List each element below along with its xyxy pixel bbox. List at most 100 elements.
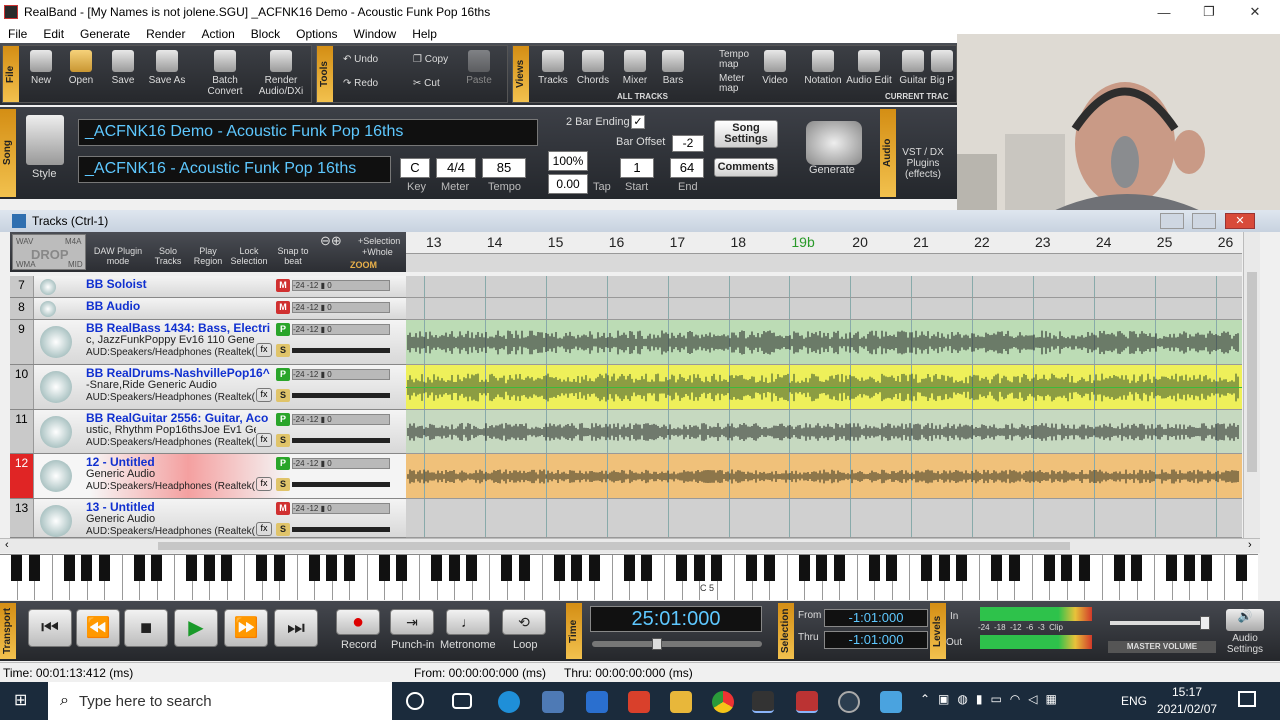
piano-black-key[interactable]: [1166, 555, 1177, 581]
tracks-view-button[interactable]: Tracks: [531, 50, 575, 86]
track-header[interactable]: 9 BB RealBass 1434: Bass, Electri c, JazzF…: [10, 320, 406, 365]
video-view-button[interactable]: Video: [753, 50, 797, 86]
play-region-button[interactable]: Play Region: [190, 246, 226, 266]
track-fx-button[interactable]: fx: [256, 388, 272, 402]
track-lane[interactable]: [406, 276, 1242, 298]
song-settings-button[interactable]: Song Settings: [714, 120, 778, 148]
bar-marker[interactable]: 18: [731, 234, 747, 250]
piano-black-key[interactable]: [693, 555, 705, 581]
piano-black-key[interactable]: [746, 555, 757, 581]
track-mode-button[interactable]: P: [276, 457, 290, 470]
tracks-minimize-button[interactable]: [1160, 213, 1184, 229]
track-mode-button[interactable]: M: [276, 502, 290, 515]
track-instrument-icon[interactable]: [40, 460, 72, 492]
store-icon[interactable]: [542, 691, 564, 713]
go-to-end-button[interactable]: ⏭: [274, 609, 318, 647]
key-field[interactable]: C: [400, 158, 430, 178]
menu-action[interactable]: Action: [193, 27, 242, 41]
save-as-button[interactable]: Save As: [145, 50, 189, 86]
master-volume-slider[interactable]: [1110, 616, 1210, 630]
redo-button[interactable]: ↷ Redo: [343, 78, 378, 89]
bar-marker[interactable]: 13: [426, 234, 442, 250]
piano-black-key[interactable]: [763, 555, 775, 581]
track-fx-button[interactable]: fx: [256, 433, 272, 447]
track-header[interactable]: 10 BB RealDrums-NashvillePop16^ -Snare,Rid…: [10, 365, 406, 410]
track-number[interactable]: 9: [10, 320, 34, 364]
track-number[interactable]: 8: [10, 298, 34, 319]
track-header[interactable]: 8 BB Audio M -24 -12 ▮ 0: [10, 298, 406, 320]
track-instrument-icon[interactable]: [40, 326, 72, 358]
tempo-field[interactable]: 85: [482, 158, 526, 178]
track-instrument-icon[interactable]: [40, 279, 56, 295]
big-piano-view-button[interactable]: Big P: [927, 50, 957, 86]
piano-black-key[interactable]: [63, 555, 75, 581]
save-button[interactable]: Save: [101, 50, 145, 86]
track-fx-button[interactable]: fx: [256, 477, 272, 491]
track-solo-button[interactable]: S: [276, 344, 290, 357]
piano-black-key[interactable]: [133, 555, 145, 581]
time-display[interactable]: 25:01:000: [590, 606, 762, 632]
piano-black-key[interactable]: [1061, 555, 1072, 581]
style-name-field[interactable]: _ACFNK16 - Acoustic Funk Pop 16ths: [78, 156, 391, 183]
cortana-icon[interactable]: [406, 692, 424, 710]
track-solo-button[interactable]: S: [276, 389, 290, 402]
bar-marker[interactable]: 22: [974, 234, 990, 250]
menu-options[interactable]: Options: [288, 27, 345, 41]
menu-file[interactable]: File: [0, 27, 35, 41]
piano-black-key[interactable]: [1008, 555, 1020, 581]
minimize-button[interactable]: —: [1141, 0, 1187, 24]
go-to-start-button[interactable]: ⏮: [28, 609, 72, 647]
paste-button[interactable]: Paste: [457, 50, 501, 86]
selection-from-field[interactable]: -1:01:000: [824, 609, 928, 627]
realband-taskbar-icon[interactable]: [796, 691, 818, 713]
horizontal-scroll-thumb[interactable]: [158, 542, 1070, 550]
bar-marker[interactable]: 19b: [791, 234, 814, 250]
render-audio-button[interactable]: Render Audio/DXi: [253, 50, 309, 97]
piano-black-key[interactable]: [1043, 555, 1055, 581]
track-fx-button[interactable]: fx: [256, 343, 272, 357]
stop-button[interactable]: ■: [124, 609, 168, 647]
piano-black-key[interactable]: [623, 555, 635, 581]
menu-help[interactable]: Help: [404, 27, 445, 41]
track-name[interactable]: BB RealDrums-NashvillePop16^: [86, 366, 274, 380]
two-bar-ending-checkbox[interactable]: ✓: [631, 115, 645, 129]
tracks-close-button[interactable]: ✕: [1225, 213, 1255, 229]
track-solo-button[interactable]: S: [276, 434, 290, 447]
lock-selection-button[interactable]: Lock Selection: [228, 246, 270, 266]
piano-black-key[interactable]: [1201, 555, 1212, 581]
open-button[interactable]: Open: [59, 50, 103, 86]
track-lane[interactable]: [406, 365, 1242, 410]
piano-black-key[interactable]: [203, 555, 215, 581]
piano-black-key[interactable]: [1236, 555, 1247, 581]
metronome-button[interactable]: ♩: [446, 609, 490, 635]
edge-icon[interactable]: [498, 691, 520, 713]
piano-black-key[interactable]: [256, 555, 267, 581]
track-solo-button[interactable]: S: [276, 523, 290, 536]
obs-icon[interactable]: [838, 691, 860, 713]
track-header[interactable]: 12 12 - Untitled Generic Audio AUD:Speakers…: [10, 454, 406, 499]
file-explorer-icon[interactable]: [670, 691, 692, 713]
clock-date[interactable]: 2021/02/07: [1157, 702, 1217, 716]
track-volume-fader[interactable]: [292, 348, 390, 353]
track-fx-button[interactable]: fx: [256, 522, 272, 536]
track-name[interactable]: BB Audio: [86, 299, 274, 313]
track-header[interactable]: 7 BB Soloist M -24 -12 ▮ 0: [10, 276, 406, 298]
rewind-button[interactable]: ⏪: [76, 609, 120, 647]
menu-render[interactable]: Render: [138, 27, 193, 41]
vst-plugins-button[interactable]: VST / DX Plugins (effects): [900, 147, 946, 180]
piano-black-key[interactable]: [11, 555, 22, 581]
bar-marker[interactable]: 26: [1218, 234, 1234, 250]
piano-black-key[interactable]: [378, 555, 390, 581]
track-number[interactable]: 13: [10, 499, 34, 537]
piano-black-key[interactable]: [273, 555, 285, 581]
bar-marker[interactable]: 15: [548, 234, 564, 250]
piano-black-key[interactable]: [921, 555, 932, 581]
meter-field[interactable]: 4/4: [436, 158, 476, 178]
piano-black-key[interactable]: [431, 555, 442, 581]
zoom-out-icon[interactable]: ⊖⊕: [320, 234, 342, 247]
language-indicator[interactable]: ENG: [1121, 694, 1147, 708]
piano-black-key[interactable]: [1078, 555, 1090, 581]
bar-ruler[interactable]: 13 14 15 16 17 18 19b 20 21 22 23 24 25 26: [406, 232, 1242, 254]
piano-black-key[interactable]: [816, 555, 827, 581]
bar-marker[interactable]: 20: [852, 234, 868, 250]
